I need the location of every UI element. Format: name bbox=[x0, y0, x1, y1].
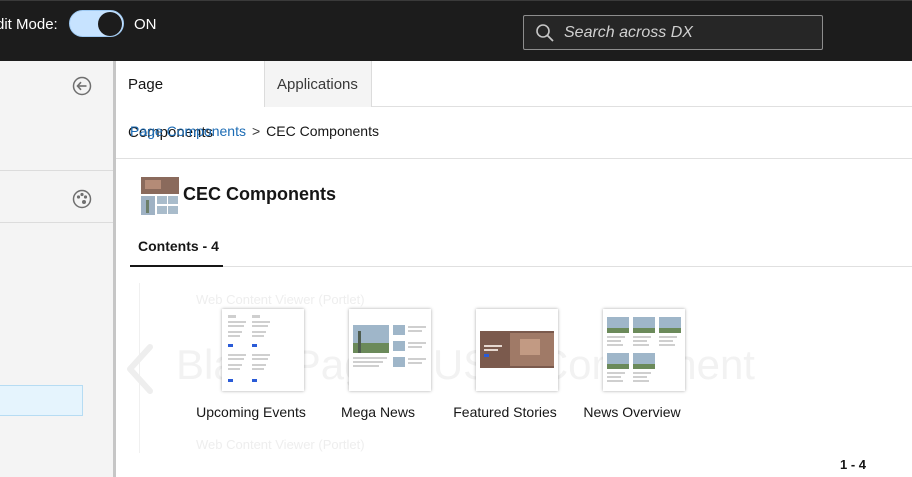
back-arrow-icon[interactable] bbox=[72, 76, 92, 96]
item-thumbnail bbox=[349, 309, 431, 391]
ghost-caption-bottom: Web Content Viewer (Portlet) bbox=[196, 437, 365, 452]
pagination-count: 1 - 4 bbox=[840, 457, 867, 472]
edit-mode-toggle[interactable] bbox=[69, 10, 124, 37]
featured-stories-preview bbox=[480, 331, 554, 368]
breadcrumb-current: CEC Components bbox=[266, 123, 379, 139]
main-content: Page Components Applications Page Compon… bbox=[116, 61, 912, 477]
content-item-upcoming-events[interactable]: Upcoming Events bbox=[184, 309, 314, 425]
content-item-news-overview[interactable]: News Overview bbox=[565, 309, 695, 425]
tab-bar: Page Components Applications bbox=[116, 61, 912, 141]
selected-list-item[interactable] bbox=[0, 385, 83, 416]
contents-divider bbox=[223, 266, 912, 267]
edit-mode-label: dit Mode: bbox=[0, 16, 58, 33]
content-item-featured-stories[interactable]: Featured Stories bbox=[438, 309, 568, 425]
search-box[interactable] bbox=[523, 15, 823, 50]
content-item-mega-news[interactable]: Mega News bbox=[311, 309, 441, 425]
breadcrumb: Page Components > CEC Components bbox=[130, 123, 379, 139]
item-thumbnail bbox=[603, 309, 685, 391]
item-label: News Overview bbox=[583, 404, 681, 420]
folder-title: CEC Components bbox=[183, 184, 336, 204]
left-panel bbox=[0, 61, 113, 477]
toggle-knob bbox=[98, 12, 122, 36]
top-bar: dit Mode: ON bbox=[0, 0, 912, 61]
left-panel-row bbox=[0, 171, 113, 223]
item-thumbnail bbox=[222, 309, 304, 391]
breadcrumb-link-page-components[interactable]: Page Components bbox=[130, 123, 246, 139]
news-overview-preview bbox=[607, 317, 681, 382]
palette-icon[interactable] bbox=[72, 189, 92, 209]
ghost-caption-top: Web Content Viewer (Portlet) bbox=[196, 292, 365, 307]
tab-page-components[interactable]: Page Components bbox=[116, 61, 265, 141]
chevron-left-icon bbox=[127, 344, 153, 394]
tab-contents[interactable]: Contents - 4 bbox=[130, 232, 223, 267]
search-icon bbox=[536, 24, 554, 42]
breadcrumb-separator: > bbox=[251, 123, 261, 139]
folder-thumbnail bbox=[141, 177, 179, 215]
tab-applications[interactable]: Applications bbox=[265, 61, 372, 107]
search-input[interactable] bbox=[564, 16, 814, 49]
left-panel-header bbox=[0, 61, 113, 171]
header-divider bbox=[116, 158, 912, 159]
upcoming-events-preview bbox=[228, 315, 270, 382]
mega-news-preview bbox=[353, 325, 426, 367]
item-thumbnail bbox=[476, 309, 558, 391]
toggle-state-label: ON bbox=[134, 16, 157, 33]
